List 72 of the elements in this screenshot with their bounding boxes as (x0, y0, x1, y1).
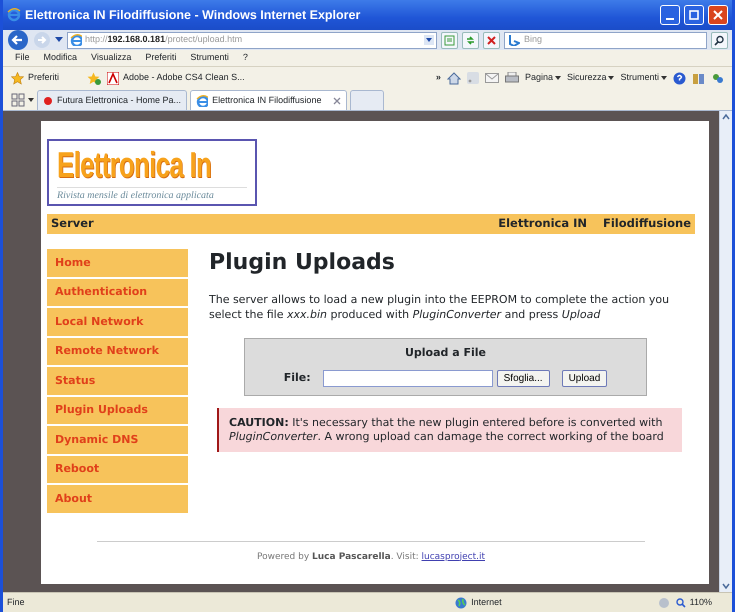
menu-item[interactable]: Modifica (44, 51, 78, 65)
refresh-icon (465, 34, 476, 46)
header-text: Filodiffusione (603, 215, 691, 232)
intro-text: The server allows to load a new plugin into the EEPROM to complete the action you select the file xxx.bin produced with PluginConverter and press Upload (209, 292, 670, 322)
page-icon (70, 34, 82, 46)
caution-message: CAUTION: It's necessary that the new plugin entered before is converted with PluginConverter. A wrong upload can damage the correct working of the board (217, 408, 682, 452)
menu-item[interactable]: ? (242, 51, 248, 65)
maximize-button[interactable] (684, 5, 704, 25)
dropdown-icon[interactable] (28, 98, 34, 102)
compatibility-button[interactable] (441, 32, 458, 48)
status-text: Fine (7, 596, 25, 609)
favorites-button[interactable]: Preferiti (11, 71, 60, 85)
bing-logo-icon (508, 34, 520, 46)
zoom-icon (676, 598, 686, 608)
minimize-button[interactable] (660, 5, 680, 25)
dropdown-icon[interactable] (424, 35, 434, 45)
globe-icon (455, 596, 468, 608)
favorite-link[interactable]: Adobe - Adobe CS4 Clean S... (107, 71, 245, 85)
logo-title: Elettronica In (57, 145, 212, 185)
star-icon (11, 72, 24, 84)
zoom-control[interactable]: 110% (676, 596, 712, 610)
page-icon (196, 94, 208, 106)
stop-button[interactable] (483, 32, 500, 48)
stop-icon (486, 34, 497, 46)
browser-logo-icon (7, 8, 21, 22)
page-icon (444, 34, 455, 46)
command-menu[interactable]: Strumenti (620, 71, 659, 85)
minimize-icon (666, 18, 674, 20)
refresh-button[interactable] (462, 32, 479, 48)
close-button[interactable] (708, 5, 728, 25)
print-icon[interactable] (504, 72, 519, 84)
field-label: File: (284, 370, 311, 386)
pdf-logo-icon (107, 72, 120, 84)
maximize-icon (689, 10, 699, 20)
command-menu[interactable]: Pagina (524, 71, 553, 85)
footer-text: Powered by Luca Pascarella. Visit: (257, 552, 419, 562)
browse-button[interactable]: Sfoglia... (496, 370, 550, 387)
upload-title: Upload a File (404, 345, 488, 362)
dot-icon (43, 96, 53, 106)
scrollbar[interactable] (719, 111, 732, 592)
caret-icon (554, 76, 561, 80)
menu-item[interactable]: Preferiti (145, 51, 176, 65)
caret-icon (661, 76, 667, 80)
browser-tab[interactable]: Futura Elettronica - Home Pa... (37, 90, 188, 110)
security-zone: Internet (455, 596, 502, 610)
dropdown-icon[interactable] (55, 37, 63, 43)
header-text: Elettronica IN (498, 215, 587, 232)
caret-icon (608, 76, 614, 80)
header-text: Server (51, 215, 94, 232)
upload-button[interactable]: Upload (562, 370, 608, 387)
window-title: Elettronica IN Filodiffusione - Windows Internet Explorer (25, 6, 362, 24)
add-favorite-icon[interactable] (87, 72, 102, 84)
footer-link[interactable]: lucasproject.it (422, 552, 485, 562)
menu-item[interactable]: Strumenti (190, 51, 229, 65)
address-field[interactable]: http://192.168.0.181/protect/upload.htm (67, 32, 437, 48)
mail-icon[interactable] (484, 73, 499, 83)
home-icon[interactable] (446, 72, 461, 84)
search-button[interactable] (711, 32, 728, 48)
more-button[interactable]: » (436, 71, 441, 85)
menu-item[interactable]: File (15, 51, 30, 65)
search-icon (714, 34, 725, 46)
close-icon (713, 10, 723, 20)
close-icon[interactable] (333, 96, 342, 104)
menu-item[interactable]: Visualizza (91, 51, 132, 65)
help-icon[interactable] (673, 72, 686, 84)
quick-tabs-icon[interactable] (11, 93, 25, 107)
browser-tab[interactable]: Elettronica IN Filodiffusione (190, 90, 348, 110)
command-menu[interactable]: Sicurezza (566, 71, 606, 85)
logo-subtitle: Rivista mensile di elettronica applicata (57, 187, 247, 203)
back-icon[interactable] (7, 29, 29, 51)
page-heading: Plugin Uploads (209, 250, 396, 276)
file-field[interactable] (322, 370, 493, 387)
